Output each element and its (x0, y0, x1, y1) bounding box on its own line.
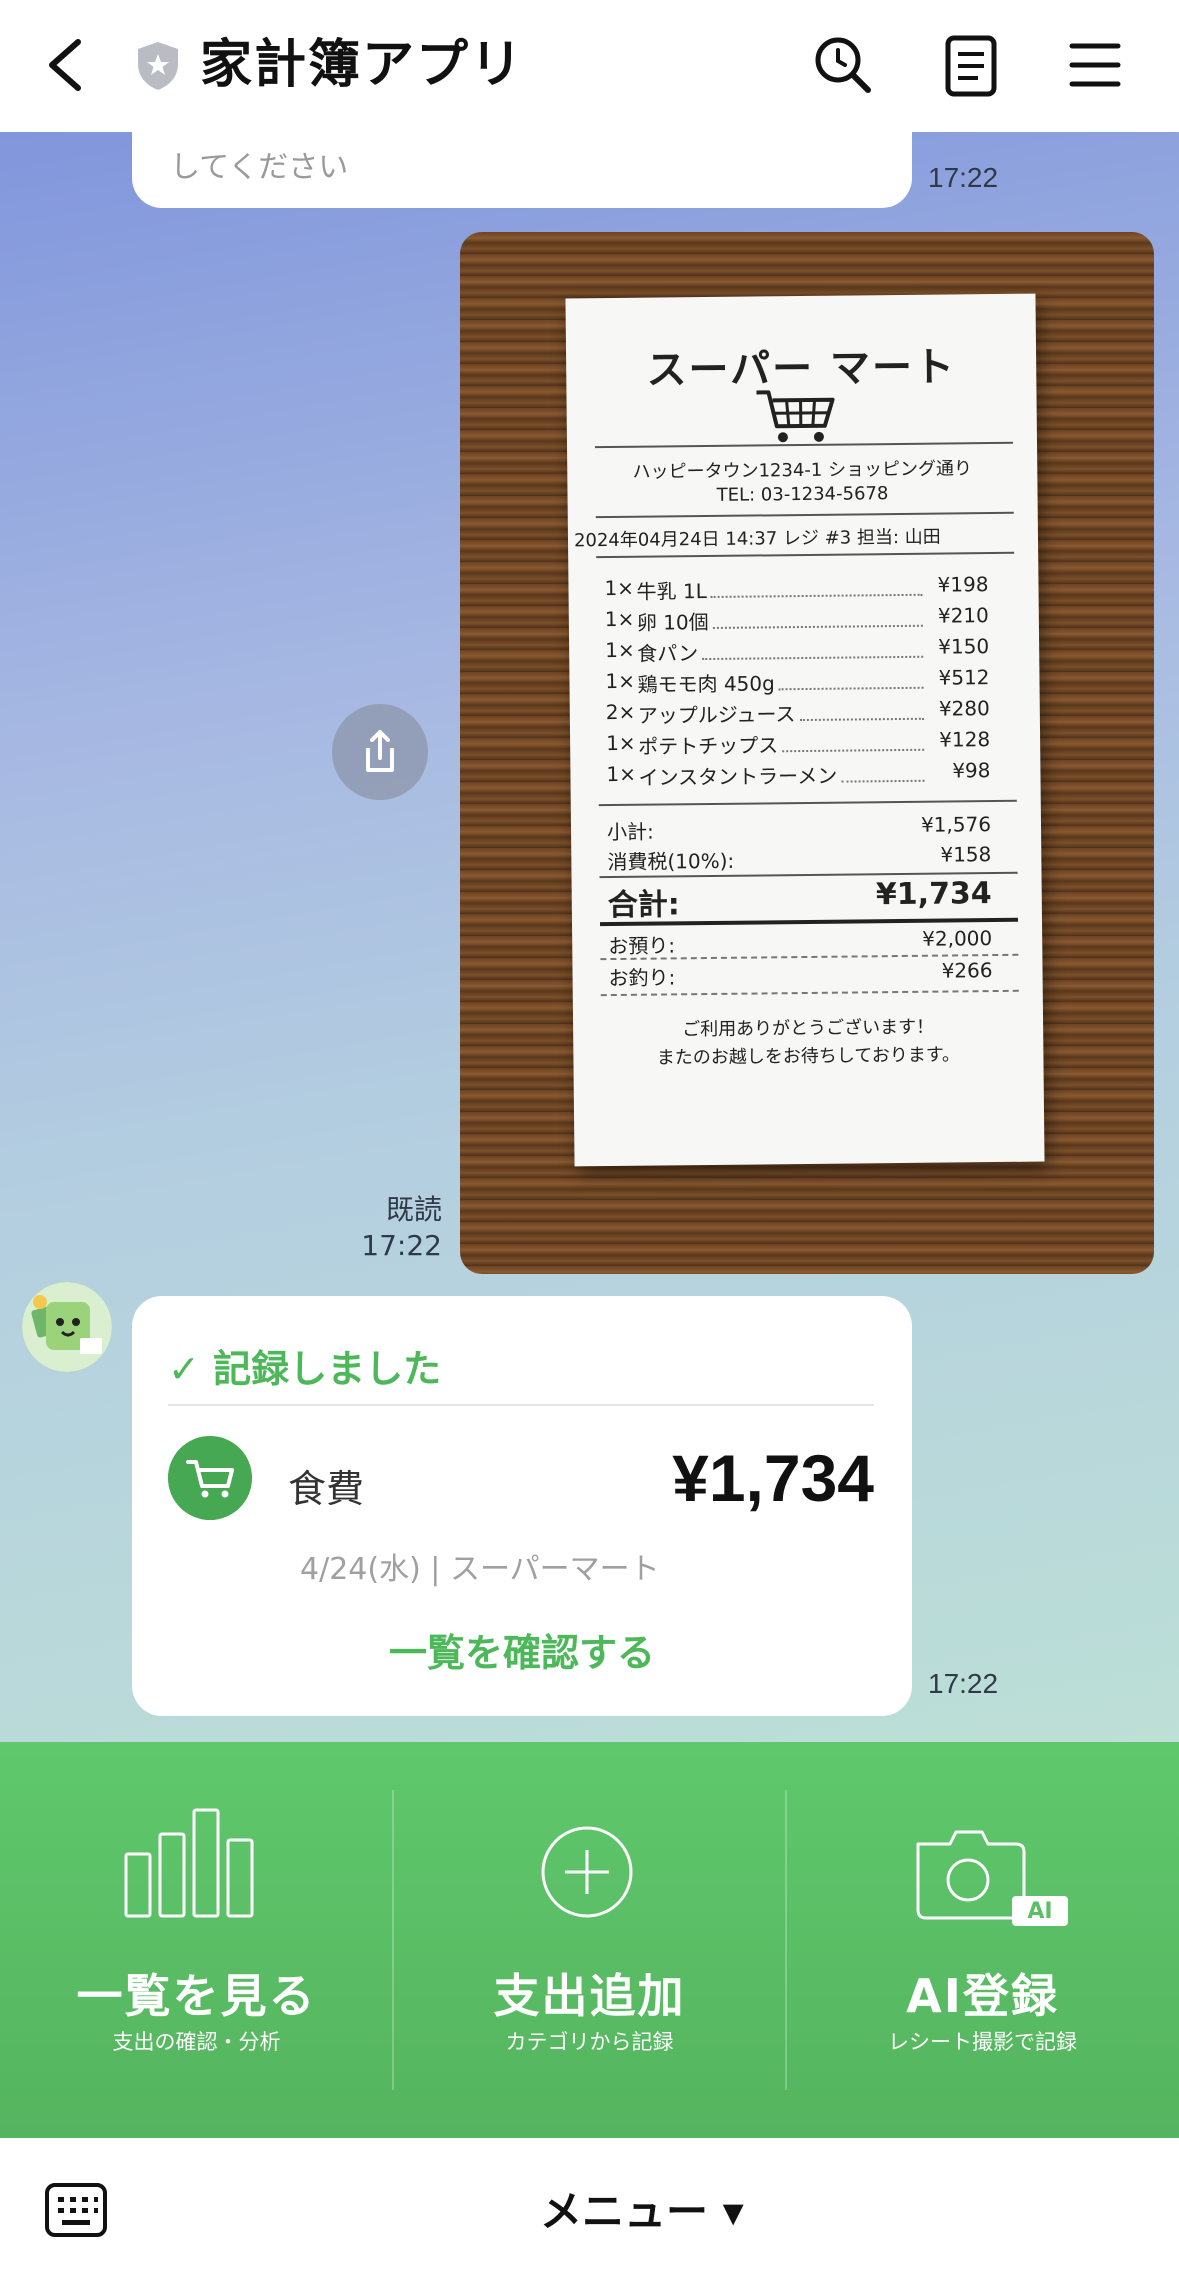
record-status: ✓ 記録しました (168, 1347, 442, 1391)
receipt-paper: スーパー マート ハッピータウン1234-1 ショッピング通り TEL: 03-… (565, 293, 1045, 1167)
receipt-divider (596, 551, 1015, 559)
receipt-photo[interactable]: スーパー マート ハッピータウン1234-1 ショッピング通り TEL: 03-… (460, 232, 1154, 1274)
message-time: 17:22 (928, 162, 999, 193)
category-name: 食費 (288, 1467, 365, 1511)
record-details: 4/24(水) | スーパーマート (300, 1552, 660, 1587)
shield-badge-icon (138, 42, 178, 90)
chat-area[interactable]: してください 17:22 スーパー マート ハッピータウン1234-1 ショッピ… (0, 132, 1179, 1742)
view-list-link[interactable]: 一覧を確認する (132, 1622, 912, 1677)
receipt-divider (600, 989, 1019, 997)
receipt-divider (595, 511, 1014, 519)
receipt-item: 1× 卵 10個 ¥210 (604, 603, 989, 635)
receipt-item: 1× インスタントラーメン ¥98 (606, 758, 991, 790)
read-time: 17:22 (361, 1229, 442, 1262)
ai-badge: AI (1027, 1899, 1053, 1924)
chat-title: 家計簿アプリ (200, 35, 525, 95)
receipt-item: 1× 牛乳 1L ¥198 (604, 572, 989, 604)
rich-menu: 一覧を見る 支出の確認・分析 支出追加 カテゴリから記録 AI AI登録 レシー… (0, 1742, 1179, 2138)
menu-subtitle: レシート撮影で記録 (888, 2030, 1077, 2054)
receipt-meta: 2024年04月24日 14:37 レジ #3 担当: 山田 (573, 526, 941, 552)
notes-icon[interactable] (936, 30, 1006, 100)
shopping-cart-icon (756, 390, 835, 443)
back-arrow-icon[interactable] (34, 30, 94, 100)
plus-circle-icon (541, 1826, 633, 1918)
search-icon[interactable] (808, 30, 878, 100)
receipt-divider (598, 799, 1017, 807)
bottom-bar: メニュー ▾ (0, 2138, 1179, 2275)
menu-subtitle: カテゴリから記録 (505, 2030, 674, 2054)
read-receipt: 既読 17:22 (360, 1192, 442, 1264)
message-text: してください (170, 150, 349, 185)
hamburger-menu-icon[interactable] (1060, 30, 1130, 100)
receipt-address: ハッピータウン1234-1 ショッピング通り (632, 458, 973, 483)
menu-title: 支出追加 (493, 1969, 686, 2023)
menu-toggle-button[interactable]: メニュー ▾ (540, 2178, 744, 2239)
receipt-item: 1× ポテトチップス ¥128 (606, 727, 991, 759)
message-bubble: してください (132, 132, 912, 208)
receipt-item: 1× 鶏モモ肉 450g ¥512 (605, 665, 990, 697)
wallet-mascot-icon (22, 1282, 112, 1372)
receipt-total: 合計: ¥1,734 (607, 876, 992, 924)
receipt-tel: TEL: 03-1234-5678 (716, 483, 889, 506)
cart-icon (168, 1436, 252, 1520)
keyboard-icon[interactable] (44, 2182, 108, 2238)
receipt-item: 1× 食パン ¥150 (605, 634, 990, 666)
receipt-tax: 消費税(10%): ¥158 (607, 842, 992, 875)
receipt-item: 2× アップルジュース ¥280 (605, 696, 990, 728)
card-divider (168, 1404, 874, 1406)
receipt-subtotal: 小計: ¥1,576 (606, 812, 992, 845)
receipt-change: お釣り: ¥266 (608, 958, 993, 991)
receipt-thanks: ご利用ありがとうございます！ (682, 1016, 935, 1041)
menu-ai-register-button[interactable]: AI AI登録 レシート撮影で記録 (786, 1742, 1179, 2138)
bot-avatar[interactable] (22, 1282, 112, 1372)
menu-title: 一覧を見る (76, 1969, 317, 2023)
record-amount: ¥1,734 (672, 1441, 874, 1515)
menu-view-list-button[interactable]: 一覧を見る 支出の確認・分析 (0, 1742, 393, 2138)
bar-chart-icon (124, 1808, 254, 1918)
menu-title: AI登録 (906, 1969, 1059, 2023)
receipt-thanks: またのお越しをお待ちしております。 (656, 1044, 961, 1069)
menu-subtitle: 支出の確認・分析 (112, 2030, 281, 2054)
menu-add-expense-button[interactable]: 支出追加 カテゴリから記録 (393, 1742, 786, 2138)
read-label: 既読 (385, 1193, 442, 1226)
message-time: 17:22 (928, 1668, 999, 1699)
share-icon[interactable] (332, 704, 428, 800)
chat-header: 家計簿アプリ (0, 0, 1179, 132)
